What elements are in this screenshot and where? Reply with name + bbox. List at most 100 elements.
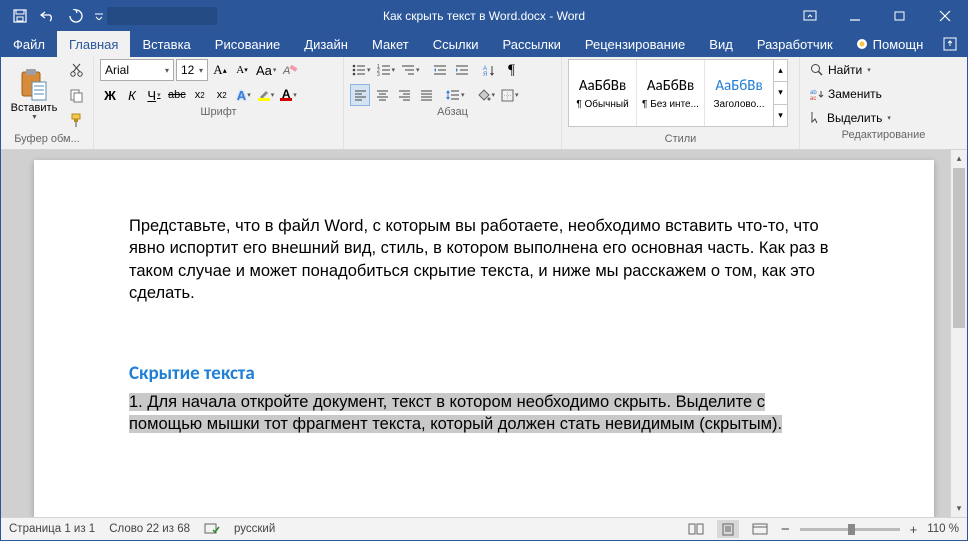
svg-text:Я: Я [483,72,487,77]
redo-icon[interactable] [63,3,89,29]
word-count[interactable]: Слово 22 из 68 [109,523,190,535]
tab-file[interactable]: Файл [1,31,57,57]
paragraph-2-selected[interactable]: 1. Для начала откройте документ, текст в… [129,393,782,433]
zoom-out-icon[interactable]: − [781,521,790,538]
tab-home[interactable]: Главная [57,31,130,57]
font-size-combo[interactable]: 12▾ [176,59,208,81]
zoom-level[interactable]: 110 % [927,523,959,535]
align-right-icon[interactable] [394,84,414,106]
tab-design[interactable]: Дизайн [292,31,360,57]
highlight-icon[interactable]: ▾ [256,84,277,106]
indent-icon[interactable] [452,59,472,81]
save-icon[interactable] [7,3,33,29]
undo-icon[interactable] [35,3,61,29]
tab-layout[interactable]: Макет [360,31,421,57]
vertical-scrollbar[interactable]: ▴ ▾ [950,150,967,517]
group-editing-label: Редактирование [806,129,961,145]
text-effects-icon[interactable]: A▾ [234,84,254,106]
find-button[interactable]: Найти▾ [806,59,961,81]
replace-icon: abac [810,88,824,101]
share-button[interactable] [933,31,967,57]
web-layout-icon[interactable] [749,520,771,538]
bullets-icon[interactable]: ▾ [350,59,373,81]
change-case-icon[interactable]: Aa▾ [254,59,278,81]
italic-button[interactable]: К [122,84,142,106]
spellcheck-icon[interactable] [204,522,220,536]
ribbon-options-icon[interactable] [787,1,832,31]
tab-references[interactable]: Ссылки [421,31,491,57]
zoom-slider[interactable] [800,528,900,531]
styles-expand-icon[interactable]: ▾ [774,105,787,126]
font-color-icon[interactable]: A▾ [278,84,299,106]
tab-draw[interactable]: Рисование [203,31,292,57]
paragraph-1[interactable]: Представьте, что в файл Word, с которым … [129,215,839,304]
styles-gallery[interactable]: АаБбВв¶ Обычный АаБбВв¶ Без инте... АаБб… [568,59,788,127]
tab-developer[interactable]: Разработчик [745,31,845,57]
strike-button[interactable]: abc [166,84,188,106]
titlebar: Как скрыть текст в Word.docx - Word [1,1,967,31]
sort-icon[interactable]: AЯ [480,59,500,81]
subscript-icon[interactable]: x2 [190,84,210,106]
style-heading1[interactable]: АаБбВвЗаголово... [705,60,773,126]
page[interactable]: Представьте, что в файл Word, с которым … [34,160,934,517]
numbering-icon[interactable]: 123▾ [375,59,398,81]
select-button[interactable]: Выделить▾ [806,107,961,129]
search-icon [810,63,824,77]
scroll-down-icon[interactable]: ▾ [951,500,967,517]
ribbon-tabs: Файл Главная Вставка Рисование Дизайн Ма… [1,31,967,57]
svg-text:A: A [282,65,290,77]
multilevel-icon[interactable]: ▾ [399,59,422,81]
tell-me[interactable]: Помощн [845,31,934,57]
superscript-icon[interactable]: x2 [212,84,232,106]
justify-icon[interactable] [416,84,436,106]
ribbon: Вставить ▼ Буфер обм... Arial▾ 12 [1,57,967,150]
zoom-in-icon[interactable]: + [910,522,918,537]
tab-insert[interactable]: Вставка [130,31,202,57]
paste-button[interactable]: Вставить ▼ [7,59,61,129]
statusbar: Страница 1 из 1 Слово 22 из 68 русский −… [1,517,967,540]
borders-icon[interactable]: ▾ [499,84,521,106]
minimize-icon[interactable] [832,1,877,31]
scroll-thumb[interactable] [953,168,965,328]
tab-review[interactable]: Рецензирование [573,31,697,57]
svg-text:3: 3 [377,72,380,76]
style-no-spacing[interactable]: АаБбВв¶ Без инте... [637,60,705,126]
line-spacing-icon[interactable]: ▾ [444,84,467,106]
svg-text:ac: ac [810,96,816,101]
heading-1[interactable]: Скрытие текста [129,362,839,385]
scroll-up-icon[interactable]: ▴ [951,150,967,167]
font-name-combo[interactable]: Arial▾ [100,59,174,81]
group-editing: Найти▾ abacЗаменить Выделить▾ Редактиров… [800,57,967,149]
cut-icon[interactable] [65,59,87,81]
format-painter-icon[interactable] [65,109,87,131]
page-indicator[interactable]: Страница 1 из 1 [9,523,95,535]
styles-scroll-down-icon[interactable]: ▾ [774,82,787,104]
maximize-icon[interactable] [877,1,922,31]
style-normal[interactable]: АаБбВв¶ Обычный [569,60,637,126]
replace-button[interactable]: abacЗаменить [806,83,961,105]
copy-icon[interactable] [65,84,87,106]
grow-font-icon[interactable]: A▴ [210,59,230,81]
align-left-icon[interactable] [350,84,370,106]
styles-scroll-up-icon[interactable]: ▴ [774,60,787,82]
tab-mailings[interactable]: Рассылки [491,31,573,57]
clear-format-icon[interactable]: A [280,59,300,81]
shading-icon[interactable]: ▾ [475,84,498,106]
underline-button[interactable]: Ч▾ [144,84,164,106]
language-indicator[interactable]: русский [234,523,275,535]
bold-button[interactable]: Ж [100,84,120,106]
print-layout-icon[interactable] [717,520,739,538]
read-mode-icon[interactable] [685,520,707,538]
tab-view[interactable]: Вид [697,31,745,57]
group-clipboard: Вставить ▼ Буфер обм... [1,57,94,149]
shrink-font-icon[interactable]: A▾ [232,59,252,81]
user-account-area[interactable] [107,7,217,25]
group-font-label: Шрифт [100,106,337,122]
align-center-icon[interactable] [372,84,392,106]
group-styles-label: Стили [568,133,793,149]
close-icon[interactable] [922,1,967,31]
qat-dropdown-icon[interactable] [91,3,107,29]
outdent-icon[interactable] [430,59,450,81]
group-font: Arial▾ 12▾ A▴ A▾ Aa▾ A Ж К Ч▾ abc x2 x2 [94,57,344,149]
show-marks-icon[interactable]: ¶ [502,59,522,81]
